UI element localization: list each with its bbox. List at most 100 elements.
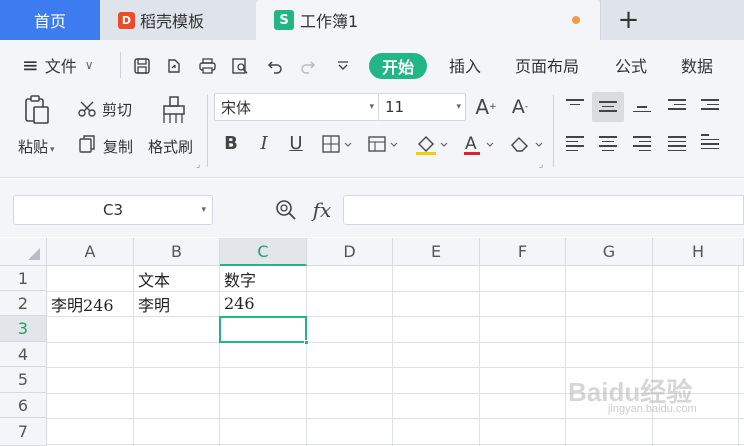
column-header-c[interactable]: C (220, 238, 307, 266)
save-icon[interactable] (131, 55, 153, 77)
paste-button[interactable]: 粘贴 ▾ (18, 136, 55, 157)
scissors-icon[interactable] (76, 98, 98, 120)
increase-font-size-icon[interactable]: A + (475, 94, 497, 120)
copy-icon[interactable] (76, 133, 98, 155)
row-header-label: 1 (17, 268, 29, 288)
file-menu-label: 文件 (44, 57, 77, 76)
bold-button[interactable]: B (221, 131, 241, 155)
row-header-1[interactable]: 1 (0, 266, 47, 291)
cell-value: 李明 (138, 295, 171, 315)
bold-label: B (224, 132, 238, 154)
tab-formula[interactable]: 公式 (615, 40, 647, 90)
decrease-indent-icon[interactable] (668, 99, 686, 110)
tab-workbook[interactable]: S 工作簿1 (256, 0, 600, 40)
font-size-select[interactable]: 11 ▾ (378, 93, 466, 121)
increase-indent-icon[interactable] (701, 99, 719, 110)
justify-icon[interactable] (668, 136, 686, 151)
align-top-icon[interactable] (566, 99, 584, 105)
cell-a2[interactable]: 李明246 (47, 291, 133, 316)
column-header-b[interactable]: B (134, 238, 220, 266)
column-header-label: F (517, 242, 528, 261)
font-expand-icon[interactable]: ⌟ (539, 160, 543, 170)
undo-icon[interactable] (264, 55, 286, 77)
column-header-g[interactable]: G (566, 238, 653, 266)
align-right-icon[interactable] (633, 136, 651, 151)
row-header-3[interactable]: 3 (0, 316, 47, 342)
fill-handle[interactable] (304, 340, 309, 345)
column-header-a[interactable]: A (47, 238, 134, 266)
unsaved-dot-icon[interactable] (572, 16, 580, 24)
tab-insert[interactable]: 插入 (449, 40, 481, 90)
tab-home-label: 首页 (33, 12, 66, 31)
print-preview-icon[interactable] (229, 55, 251, 77)
align-middle-icon[interactable] (599, 101, 617, 112)
font-name-select[interactable]: 宋体 ▾ (214, 93, 379, 121)
tab-docer-template[interactable]: D 稻壳模板 (104, 0, 252, 40)
decrease-font-size-icon[interactable]: A- (509, 94, 531, 120)
clear-format-icon[interactable] (507, 131, 545, 157)
align-bottom-icon[interactable] (633, 106, 651, 112)
fill-color-icon[interactable] (412, 131, 450, 157)
cell-value: 246 (224, 294, 255, 313)
column-header-label: E (430, 242, 442, 261)
row-header-4[interactable]: 4 (0, 342, 47, 367)
cell-c1[interactable]: 数字 (220, 266, 306, 291)
format-painter-button[interactable]: 格式刷 (148, 136, 193, 157)
underline-button[interactable]: U (286, 131, 306, 155)
italic-label: I (260, 132, 268, 154)
column-header-e[interactable]: E (393, 238, 480, 266)
column-header-d[interactable]: D (307, 238, 393, 266)
active-cell-c3[interactable] (219, 316, 309, 345)
tab-data[interactable]: 数据 (681, 40, 713, 90)
redo-icon[interactable] (297, 55, 319, 77)
paste-dropdown-icon: ▾ (50, 145, 55, 155)
grid-line (652, 266, 653, 446)
align-left-icon[interactable] (566, 136, 584, 151)
tab-data-label: 数据 (681, 57, 714, 76)
row-header-2[interactable]: 2 (0, 291, 47, 316)
distributed-align-icon[interactable] (701, 134, 719, 149)
print-icon[interactable] (196, 55, 218, 77)
italic-button[interactable]: I (254, 131, 274, 155)
format-painter-icon[interactable] (158, 94, 190, 126)
row-header-label: 6 (17, 395, 29, 415)
name-box[interactable]: C3 ▾ (13, 195, 213, 225)
file-menu[interactable]: ≡ 文件 ∨ (22, 40, 94, 90)
grid-line (47, 418, 744, 419)
clipboard-expand-icon[interactable]: ⌟ (196, 160, 200, 170)
tab-home[interactable]: 首页 (0, 0, 100, 40)
row-header-6[interactable]: 6 (0, 393, 47, 418)
export-icon[interactable] (163, 55, 185, 77)
tab-start[interactable]: 开始 (369, 53, 427, 79)
tab-page-layout-label: 页面布局 (515, 57, 580, 76)
copy-button[interactable]: 复制 (103, 136, 133, 157)
spreadsheet-logo-icon: S (274, 10, 294, 30)
cell-b1[interactable]: 文本 (134, 266, 219, 291)
tab-insert-label: 插入 (449, 57, 482, 76)
select-all-corner[interactable] (0, 238, 47, 266)
row-header-7[interactable]: 7 (0, 418, 47, 446)
column-header-f[interactable]: F (480, 238, 566, 266)
row-header-5[interactable]: 5 (0, 367, 47, 393)
grid-line (479, 266, 480, 446)
cut-label: 剪切 (102, 101, 133, 119)
tab-page-layout[interactable]: 页面布局 (515, 40, 579, 90)
row-header-label: 5 (17, 370, 29, 389)
cell-c2[interactable]: 246 (220, 291, 306, 316)
paste-icon[interactable] (20, 94, 54, 126)
customize-toolbar-icon[interactable] (332, 55, 354, 77)
zoom-formula-icon[interactable] (273, 197, 299, 223)
cell-b2[interactable]: 李明 (134, 291, 219, 316)
insert-function-icon[interactable]: fx (309, 196, 335, 224)
column-header-h[interactable]: H (653, 238, 744, 266)
align-center-icon[interactable] (599, 136, 617, 151)
font-color-icon[interactable]: A (460, 131, 498, 157)
tab-workbook-label: 工作簿1 (300, 12, 359, 31)
cell-style-icon[interactable] (366, 133, 400, 155)
cut-button[interactable]: 剪切 (102, 99, 132, 120)
formula-input[interactable] (343, 195, 744, 225)
new-tab-button[interactable]: + (600, 0, 656, 40)
border-icon[interactable] (320, 133, 354, 155)
cell-value: 文本 (138, 270, 171, 290)
grid-line (47, 367, 744, 368)
